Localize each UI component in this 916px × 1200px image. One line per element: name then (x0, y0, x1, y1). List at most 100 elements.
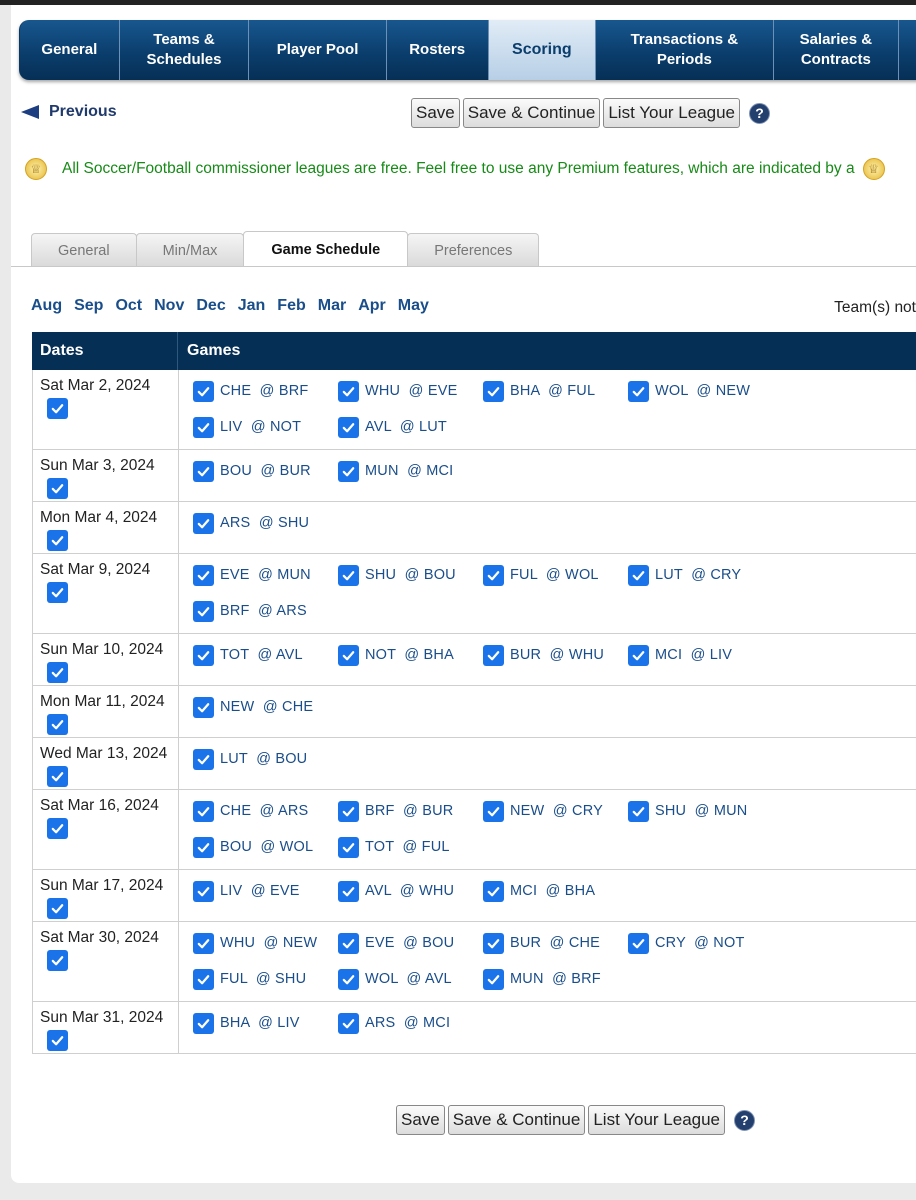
game-label[interactable]: CRY @ NOT (655, 935, 745, 951)
game-label[interactable]: BRF @ ARS (220, 603, 307, 619)
game-checkbox[interactable] (193, 748, 214, 770)
game-checkbox[interactable] (628, 932, 649, 954)
game-label[interactable]: BOU @ BUR (220, 463, 311, 479)
game-checkbox[interactable] (338, 800, 359, 822)
game-checkbox[interactable] (193, 564, 214, 586)
game-checkbox[interactable] (193, 696, 214, 718)
game-checkbox[interactable] (338, 1012, 359, 1034)
game-checkbox[interactable] (338, 932, 359, 954)
game-label[interactable]: FUL @ SHU (220, 971, 306, 987)
game-label[interactable]: BHA @ FUL (510, 383, 595, 399)
save-button[interactable]: Save (396, 1105, 445, 1135)
game-checkbox[interactable] (193, 880, 214, 902)
game-label[interactable]: WOL @ AVL (365, 971, 452, 987)
game-label[interactable]: MCI @ BHA (510, 883, 595, 899)
subtab-game-schedule[interactable]: Game Schedule (243, 231, 409, 267)
date-checkbox[interactable] (47, 478, 68, 499)
game-checkbox[interactable] (628, 380, 649, 402)
game-label[interactable]: TOT @ AVL (220, 647, 303, 663)
game-checkbox[interactable] (628, 644, 649, 666)
game-label[interactable]: AVL @ WHU (365, 883, 454, 899)
nav-tab-scoring[interactable]: Scoring (488, 20, 597, 80)
date-checkbox[interactable] (47, 398, 68, 419)
game-label[interactable]: CHE @ BRF (220, 383, 308, 399)
game-label[interactable]: LIV @ EVE (220, 883, 300, 899)
game-checkbox[interactable] (483, 800, 504, 822)
date-checkbox[interactable] (47, 714, 68, 735)
game-checkbox[interactable] (193, 460, 214, 482)
nav-tab-teams-schedules[interactable]: Teams & Schedules (120, 20, 250, 80)
month-link-aug[interactable]: Aug (31, 297, 62, 315)
month-link-nov[interactable]: Nov (154, 297, 184, 315)
game-label[interactable]: NEW @ CRY (510, 803, 603, 819)
game-label[interactable]: SHU @ BOU (365, 567, 456, 583)
game-label[interactable]: LIV @ NOT (220, 419, 301, 435)
nav-tab-transactions-periods[interactable]: Transactions & Periods (596, 20, 774, 80)
game-checkbox[interactable] (193, 512, 214, 534)
game-checkbox[interactable] (483, 968, 504, 990)
month-link-apr[interactable]: Apr (358, 297, 386, 315)
subtab-min-max[interactable]: Min/Max (135, 233, 245, 267)
game-label[interactable]: ARS @ MCI (365, 1015, 450, 1031)
month-link-feb[interactable]: Feb (277, 297, 305, 315)
game-checkbox[interactable] (483, 880, 504, 902)
game-checkbox[interactable] (338, 644, 359, 666)
game-label[interactable]: WOL @ NEW (655, 383, 750, 399)
game-label[interactable]: LUT @ BOU (220, 751, 307, 767)
game-label[interactable]: WHU @ EVE (365, 383, 457, 399)
month-link-mar[interactable]: Mar (318, 297, 346, 315)
game-label[interactable]: ARS @ SHU (220, 515, 309, 531)
game-checkbox[interactable] (193, 1012, 214, 1034)
nav-tab-overflow[interactable] (899, 20, 916, 80)
nav-tab-salaries-contracts[interactable]: Salaries & Contracts (774, 20, 900, 80)
game-label[interactable]: MUN @ BRF (510, 971, 601, 987)
game-label[interactable]: MCI @ LIV (655, 647, 732, 663)
date-checkbox[interactable] (47, 530, 68, 551)
subtab-general[interactable]: General (31, 233, 137, 267)
date-checkbox[interactable] (47, 898, 68, 919)
game-checkbox[interactable] (193, 644, 214, 666)
game-checkbox[interactable] (483, 380, 504, 402)
game-label[interactable]: AVL @ LUT (365, 419, 447, 435)
month-link-jan[interactable]: Jan (238, 297, 266, 315)
game-label[interactable]: CHE @ ARS (220, 803, 308, 819)
game-checkbox[interactable] (338, 564, 359, 586)
game-checkbox[interactable] (338, 880, 359, 902)
date-checkbox[interactable] (47, 818, 68, 839)
game-label[interactable]: BUR @ CHE (510, 935, 600, 951)
nav-tab-rosters[interactable]: Rosters (387, 20, 489, 80)
game-label[interactable]: NOT @ BHA (365, 647, 454, 663)
game-checkbox[interactable] (193, 800, 214, 822)
list-league-button[interactable]: List Your League (588, 1105, 726, 1135)
month-link-dec[interactable]: Dec (196, 297, 225, 315)
game-label[interactable]: LUT @ CRY (655, 567, 741, 583)
game-label[interactable]: BRF @ BUR (365, 803, 453, 819)
game-label[interactable]: EVE @ BOU (365, 935, 454, 951)
game-checkbox[interactable] (483, 932, 504, 954)
game-checkbox[interactable] (628, 800, 649, 822)
game-checkbox[interactable] (338, 416, 359, 438)
help-icon[interactable]: ? (734, 1109, 756, 1131)
game-checkbox[interactable] (628, 564, 649, 586)
subtab-preferences[interactable]: Preferences (407, 233, 540, 267)
game-checkbox[interactable] (338, 968, 359, 990)
nav-tab-player-pool[interactable]: Player Pool (249, 20, 387, 80)
list-league-button[interactable]: List Your League (603, 98, 741, 128)
date-checkbox[interactable] (47, 766, 68, 787)
game-label[interactable]: EVE @ MUN (220, 567, 311, 583)
month-link-may[interactable]: May (398, 297, 429, 315)
game-checkbox[interactable] (193, 600, 214, 622)
nav-tab-general[interactable]: General (20, 20, 120, 80)
previous-link[interactable]: Previous (21, 103, 117, 121)
month-link-sep[interactable]: Sep (74, 297, 103, 315)
game-checkbox[interactable] (193, 380, 214, 402)
game-checkbox[interactable] (338, 836, 359, 858)
game-label[interactable]: TOT @ FUL (365, 839, 450, 855)
game-checkbox[interactable] (483, 564, 504, 586)
game-label[interactable]: BOU @ WOL (220, 839, 313, 855)
date-checkbox[interactable] (47, 662, 68, 683)
game-label[interactable]: SHU @ MUN (655, 803, 747, 819)
game-checkbox[interactable] (338, 460, 359, 482)
game-checkbox[interactable] (338, 380, 359, 402)
game-label[interactable]: FUL @ WOL (510, 567, 599, 583)
